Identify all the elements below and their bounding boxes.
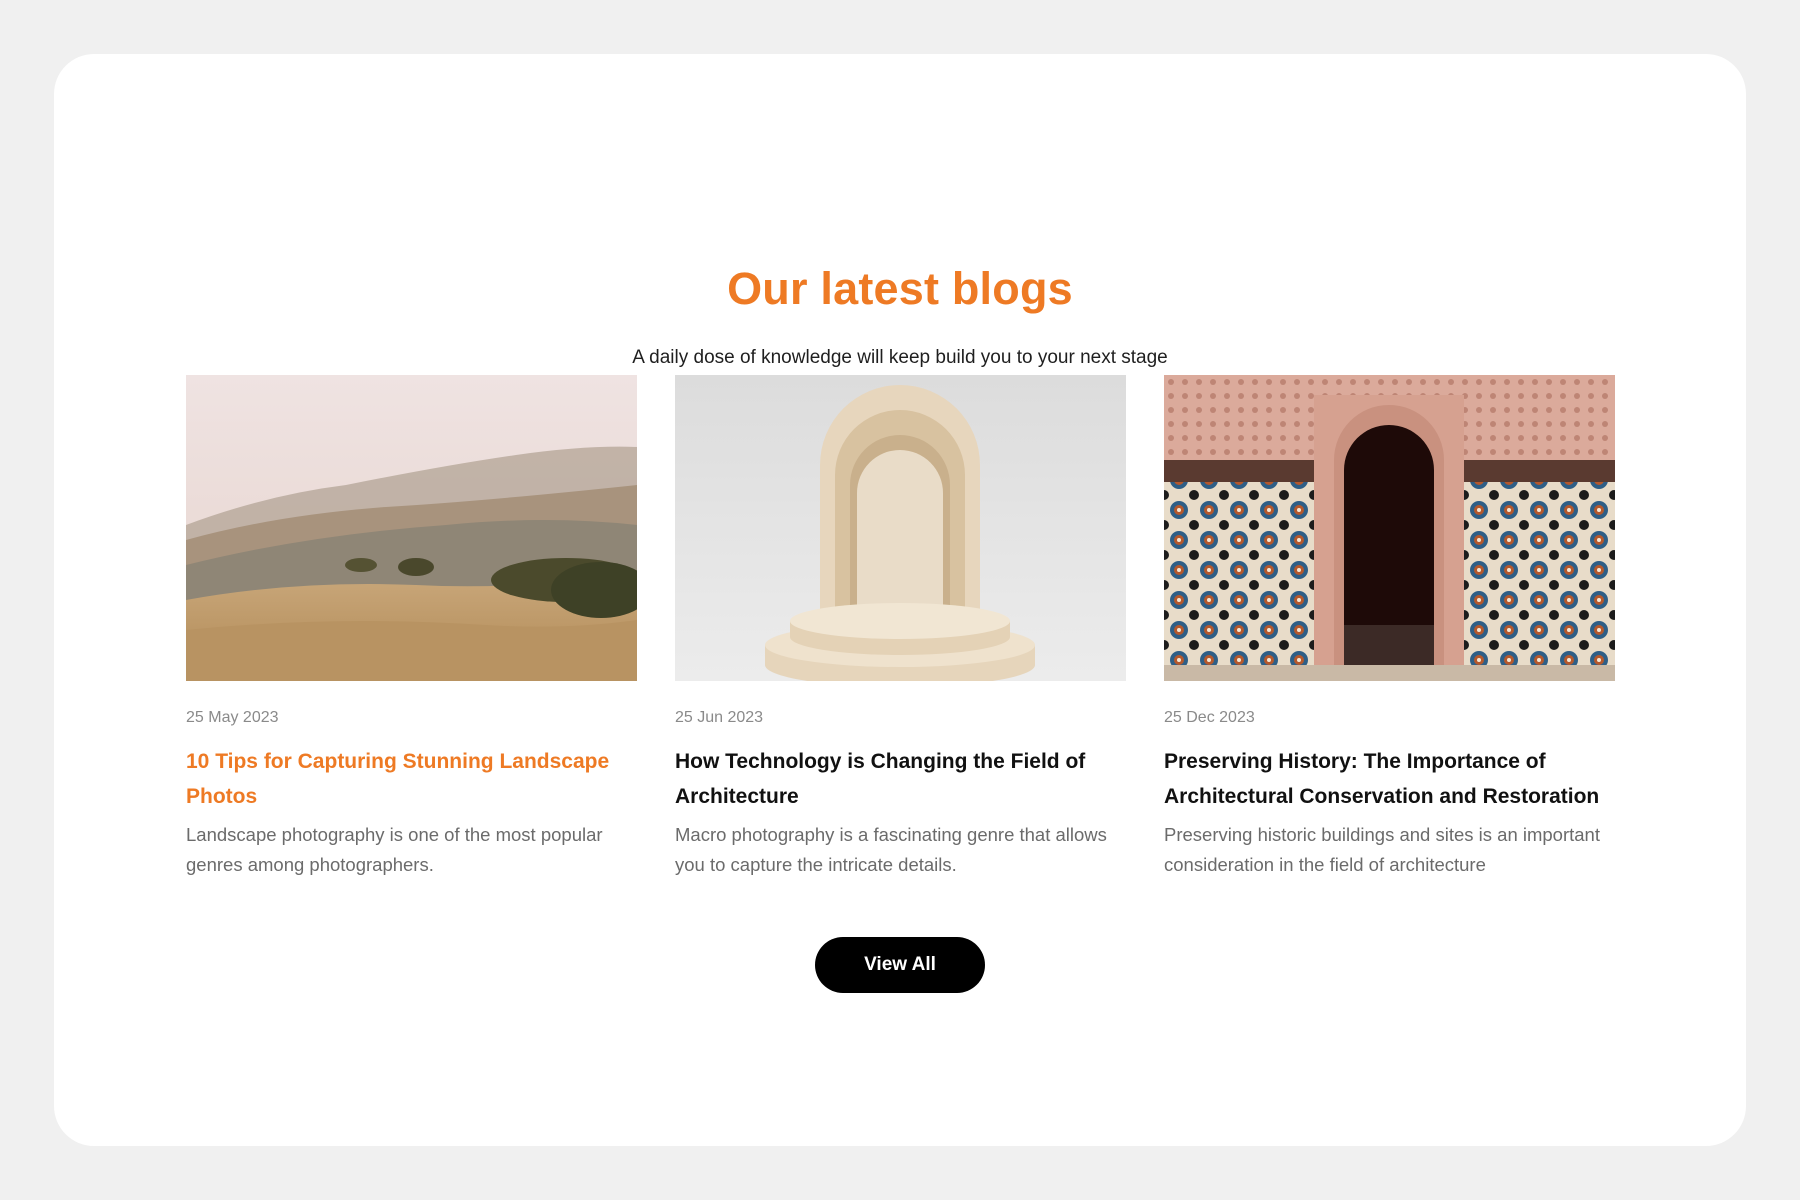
post-title-link[interactable]: How Technology is Changing the Field of …	[675, 744, 1126, 814]
blog-post-card[interactable]: 25 Jun 2023 How Technology is Changing t…	[675, 375, 1126, 880]
post-title-link[interactable]: Preserving History: The Importance of Ar…	[1164, 744, 1615, 814]
view-all-button[interactable]: View All	[815, 937, 985, 993]
post-date: 25 Dec 2023	[1164, 709, 1255, 726]
blog-section-card: Our latest blogs A daily dose of knowled…	[54, 54, 1746, 1146]
blog-post-list: 25 May 2023 10 Tips for Capturing Stunni…	[186, 375, 1615, 915]
arch-podium-image[interactable]	[675, 375, 1126, 681]
section-title: Our latest blogs	[727, 263, 1073, 314]
post-excerpt: Macro photography is a fascinating genre…	[675, 824, 1107, 875]
post-title-link[interactable]: 10 Tips for Capturing Stunning Landscape…	[186, 744, 637, 814]
landscape-photo[interactable]	[186, 375, 637, 681]
post-excerpt: Preserving historic buildings and sites …	[1164, 824, 1600, 875]
post-date: 25 May 2023	[186, 709, 279, 726]
blog-post-card[interactable]: 25 May 2023 10 Tips for Capturing Stunni…	[186, 375, 637, 880]
post-date: 25 Jun 2023	[675, 709, 764, 726]
section-subtitle: A daily dose of knowledge will keep buil…	[632, 347, 1168, 368]
blog-post-card[interactable]: 25 Dec 2023 Preserving History: The Impo…	[1164, 375, 1615, 880]
tiled-doorway-photo[interactable]	[1164, 375, 1615, 681]
post-excerpt: Landscape photography is one of the most…	[186, 824, 603, 875]
